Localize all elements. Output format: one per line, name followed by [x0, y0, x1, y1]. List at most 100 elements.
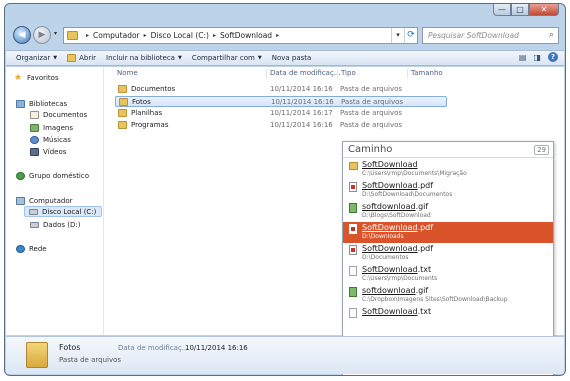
- drive-icon: [29, 208, 38, 215]
- sidebar-item-label: Vídeos: [43, 147, 67, 156]
- sidebar-item-label: Rede: [29, 244, 47, 253]
- folder-icon: [67, 31, 78, 40]
- refresh-icon[interactable]: ⟳: [404, 28, 417, 43]
- file-name: Fotos: [132, 98, 151, 106]
- file-row[interactable]: Planilhas 10/11/2014 16:17 Pasta de arqu…: [115, 108, 447, 119]
- sidebar-item-homegroup[interactable]: Grupo doméstico: [16, 170, 89, 181]
- column-divider[interactable]: [266, 69, 267, 79]
- result-name: SoftDownload: [362, 160, 418, 169]
- folder-icon: [118, 121, 127, 129]
- breadcrumb-label: Disco Local (C:): [150, 31, 209, 40]
- result-count-badge: 29: [534, 145, 549, 155]
- new-folder-button[interactable]: Nova pasta: [272, 54, 312, 62]
- sidebar-item-videos[interactable]: Vídeos: [30, 146, 66, 157]
- search-result-item[interactable]: SoftDownload C:\Users\rmp\Documents\Migr…: [343, 159, 553, 180]
- content-area: ★ Favoritos Bibliotecas Documentos Image…: [6, 67, 564, 375]
- sidebar-item-documents[interactable]: Documentos: [30, 109, 87, 120]
- chevron-down-icon: ▼: [177, 55, 182, 61]
- share-with-button[interactable]: Compartilhar com ▼: [192, 54, 262, 62]
- image-file-icon: [349, 203, 357, 213]
- chevron-down-icon: ▼: [257, 55, 262, 61]
- include-label: Incluir na biblioteca: [106, 54, 175, 62]
- search-result-item[interactable]: SoftDownload.pdf D:\SoftDownload\Documen…: [343, 180, 553, 201]
- address-bar[interactable]: ▸ Computador ▸ Disco Local (C:) ▸ SoftDo…: [63, 27, 418, 44]
- breadcrumb-label: SoftDownload: [219, 31, 273, 40]
- sidebar-item-network[interactable]: Rede: [16, 243, 47, 254]
- file-date: 10/11/2014 16:16: [270, 85, 333, 93]
- details-date-value: 10/11/2014 16:16: [185, 344, 248, 352]
- help-icon[interactable]: ?: [548, 52, 558, 62]
- include-in-library-button[interactable]: Incluir na biblioteca ▼: [106, 54, 182, 62]
- file-row-selected[interactable]: Fotos 10/11/2014 16:16 Pasta de arquivos: [115, 96, 447, 107]
- search-result-item-active[interactable]: SoftDownload.pdf D:\Downloads: [343, 222, 553, 243]
- result-path: D:\Downloads: [362, 233, 404, 240]
- sidebar-item-libraries[interactable]: Bibliotecas: [16, 98, 67, 109]
- sidebar-item-dados[interactable]: Dados (D:): [30, 219, 81, 230]
- videos-icon: [30, 147, 39, 156]
- sidebar-item-label: Computador: [29, 196, 73, 205]
- sidebar-item-music[interactable]: Músicas: [30, 134, 71, 145]
- library-icon: [16, 99, 25, 108]
- column-header-name[interactable]: Nome: [117, 69, 138, 77]
- close-button[interactable]: ✕: [529, 4, 559, 16]
- sidebar-item-images[interactable]: Imagens: [30, 122, 73, 133]
- file-type: Pasta de arquivos: [340, 109, 403, 117]
- file-type: Pasta de arquivos: [340, 85, 403, 93]
- result-name: SoftDownload.txt: [362, 265, 432, 274]
- documents-icon: [30, 110, 39, 119]
- navigation-pane: ★ Favoritos Bibliotecas Documentos Image…: [6, 67, 104, 335]
- details-type: Pasta de arquivos: [59, 356, 122, 364]
- organize-button[interactable]: Organizar ▼: [16, 54, 57, 62]
- text-file-icon: [349, 308, 357, 318]
- search-result-item[interactable]: SoftDownload.pdf D:\Documentos: [343, 243, 553, 264]
- column-divider[interactable]: [407, 69, 408, 79]
- file-type: Pasta de arquivos: [341, 98, 404, 106]
- pdf-file-icon: [349, 245, 357, 255]
- address-history-dropdown[interactable]: ▾: [391, 28, 404, 43]
- column-header-type[interactable]: Tipo: [341, 69, 356, 77]
- result-path: C:\Users\rmp\Documents: [362, 275, 438, 282]
- file-name: Planilhas: [131, 109, 163, 117]
- search-result-item[interactable]: SoftDownload.txt: [343, 306, 553, 320]
- sidebar-item-label: Músicas: [43, 135, 71, 144]
- sidebar-item-disco-local[interactable]: Disco Local (C:): [24, 206, 102, 217]
- forward-button[interactable]: ▶: [33, 26, 51, 44]
- file-row[interactable]: Documentos 10/11/2014 16:16 Pasta de arq…: [115, 84, 447, 95]
- search-result-item[interactable]: softdownload.gif C:\Dropbox\Imagens Site…: [343, 285, 553, 306]
- result-path: C:\Users\rmp\Documents\Migração: [362, 170, 467, 177]
- open-button[interactable]: Abrir: [67, 54, 96, 62]
- recent-pages-dropdown[interactable]: ▾: [54, 30, 57, 37]
- sidebar-item-computer[interactable]: Computador: [16, 195, 73, 206]
- star-icon: ★: [14, 72, 23, 83]
- maximize-button[interactable]: □: [511, 4, 529, 16]
- column-divider[interactable]: [337, 69, 338, 79]
- computer-icon: [16, 196, 25, 205]
- breadcrumb-disco-local[interactable]: Disco Local (C:) ▸: [147, 31, 216, 40]
- result-name: SoftDownload.pdf: [362, 223, 434, 232]
- folder-icon: [67, 54, 77, 62]
- music-icon: [30, 135, 39, 144]
- column-header-size[interactable]: Tamanho: [411, 69, 443, 77]
- search-placeholder: Pesquisar SoftDownload: [428, 31, 519, 40]
- view-options-icon[interactable]: ▤: [519, 53, 527, 62]
- column-header-date[interactable]: Data de modificaç...: [270, 69, 340, 77]
- command-bar: Organizar ▼ Abrir Incluir na biblioteca …: [6, 50, 564, 66]
- preview-pane-icon[interactable]: ◨: [533, 53, 541, 62]
- back-button[interactable]: ◀: [13, 26, 31, 44]
- search-icon[interactable]: ⌕: [549, 30, 554, 40]
- search-result-item[interactable]: SoftDownload.txt C:\Users\rmp\Documents: [343, 264, 553, 285]
- sidebar-item-favorites[interactable]: ★ Favoritos: [14, 72, 59, 83]
- file-date: 10/11/2014 16:17: [270, 109, 333, 117]
- minimize-button[interactable]: —: [493, 4, 511, 16]
- details-name: Fotos: [59, 343, 81, 352]
- file-name: Programas: [131, 121, 169, 129]
- search-result-item[interactable]: softdownload.gif D:\Blogs\SoftDownload: [343, 201, 553, 222]
- chevron-right-icon[interactable]: ▸: [276, 32, 279, 39]
- result-path: D:\Blogs\SoftDownload: [362, 212, 431, 219]
- search-input[interactable]: Pesquisar SoftDownload ⌕: [422, 27, 559, 44]
- breadcrumb-computador[interactable]: Computador ▸: [89, 31, 147, 40]
- breadcrumb-softdownload[interactable]: SoftDownload ▸: [216, 31, 279, 40]
- file-date: 10/11/2014 16:16: [270, 121, 333, 129]
- result-path: D:\Documentos: [362, 254, 409, 261]
- file-row[interactable]: Programas 10/11/2014 16:16 Pasta de arqu…: [115, 120, 447, 131]
